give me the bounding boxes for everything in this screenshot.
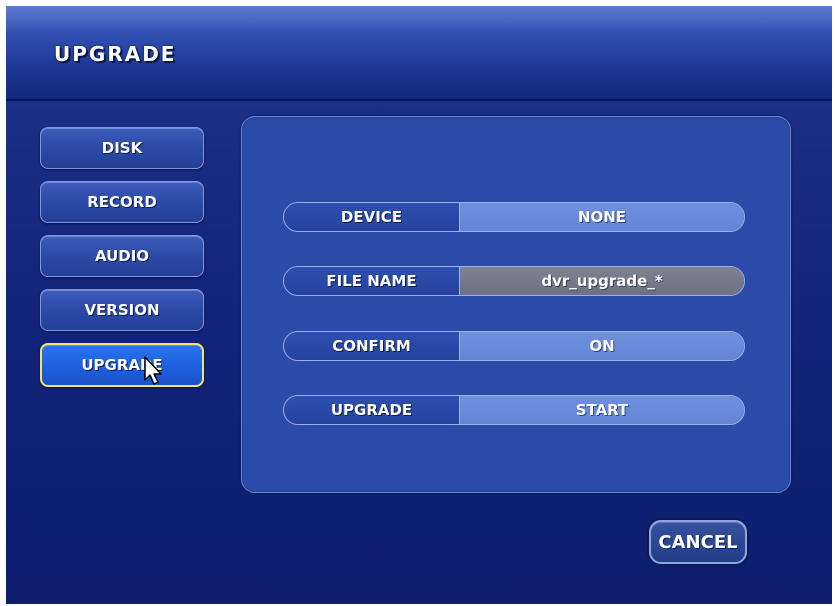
device-select[interactable]: NONE (460, 203, 744, 231)
mouse-pointer-icon (144, 356, 162, 385)
title-bar: UPGRADE (6, 6, 832, 99)
sidebar-item-upgrade[interactable]: UPGRADE (40, 343, 204, 387)
file-name-field: dvr_upgrade_* (460, 267, 744, 295)
setting-row-device: DEVICE NONE (283, 202, 745, 232)
page-title: UPGRADE (54, 42, 177, 66)
sidebar-item-version[interactable]: VERSION (40, 289, 204, 331)
setting-label-upgrade: UPGRADE (284, 396, 460, 424)
confirm-toggle[interactable]: ON (460, 332, 744, 360)
setting-label-confirm: CONFIRM (284, 332, 460, 360)
sidebar-item-disk[interactable]: DISK (40, 127, 204, 169)
settings-panel (241, 116, 791, 493)
cancel-button[interactable]: CANCEL (649, 520, 747, 564)
sidebar-item-audio[interactable]: AUDIO (40, 235, 204, 277)
sidebar-item-record[interactable]: RECORD (40, 181, 204, 223)
setting-label-device: DEVICE (284, 203, 460, 231)
setting-row-file-name: FILE NAME dvr_upgrade_* (283, 266, 745, 296)
setting-row-confirm: CONFIRM ON (283, 331, 745, 361)
setting-row-upgrade: UPGRADE START (283, 395, 745, 425)
upgrade-start-button[interactable]: START (460, 396, 744, 424)
setting-label-file-name: FILE NAME (284, 267, 460, 295)
